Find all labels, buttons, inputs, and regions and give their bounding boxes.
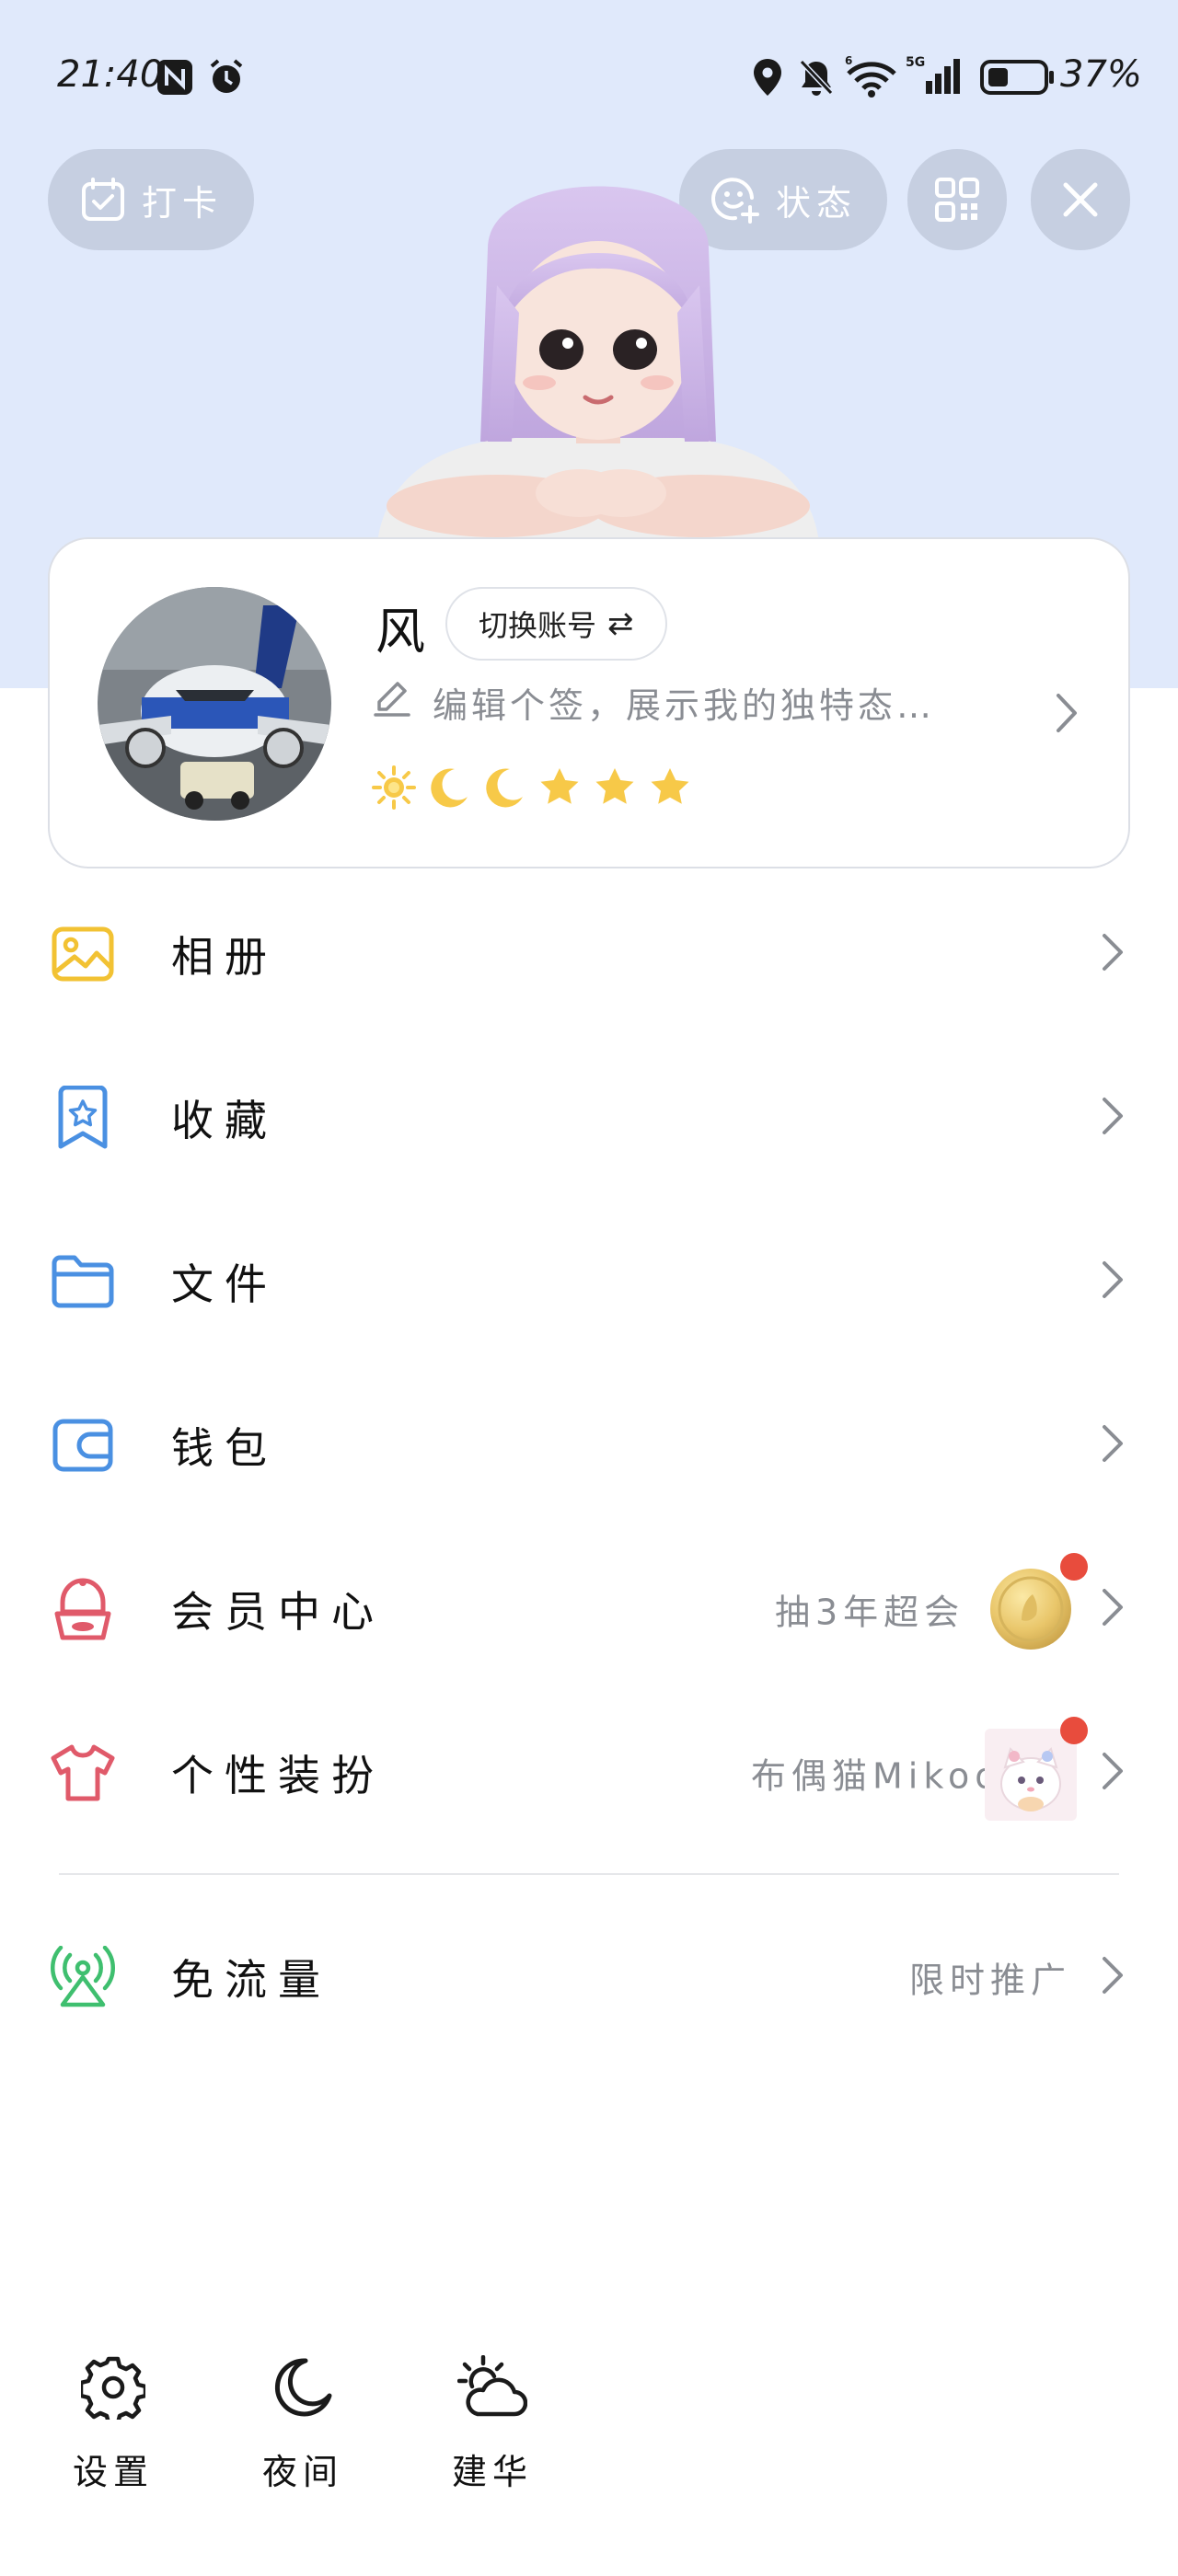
image-icon [50, 921, 116, 987]
battery-percent: 37% [1060, 53, 1142, 96]
free-data-label: 免流量 [171, 1955, 331, 2005]
menu-item-files[interactable]: 文件 [0, 1200, 1178, 1363]
profile-chevron-right-icon[interactable] [1053, 692, 1080, 738]
close-button[interactable] [1031, 149, 1130, 250]
checkin-button[interactable]: 打卡 [48, 149, 254, 250]
location-icon [749, 57, 786, 101]
svg-text:6: 6 [845, 54, 852, 67]
night-mode-label: 夜间 [261, 2452, 343, 2492]
personalize-label: 个性装扮 [171, 1751, 385, 1800]
nfc-icon [155, 57, 195, 101]
close-icon [1058, 178, 1103, 222]
pencil-icon [372, 678, 412, 727]
night-mode-button[interactable]: 夜间 [234, 2355, 372, 2521]
gold-coin-badge [987, 1565, 1075, 1653]
level-moon-icon [482, 765, 526, 813]
chevron-right-icon [1101, 1423, 1125, 1467]
switch-account-label: 切换账号 [479, 608, 597, 643]
menu-item-album[interactable]: 相册 [0, 872, 1178, 1036]
alarm-icon [206, 57, 247, 101]
weather-sun-cloud-icon [456, 2354, 528, 2423]
chevron-right-icon [1101, 1096, 1125, 1140]
tshirt-icon [50, 1740, 116, 1806]
bookmark-star-icon [50, 1085, 116, 1151]
settings-button[interactable]: 设置 [44, 2355, 182, 2521]
menu-divider [59, 1873, 1119, 1875]
chevron-right-icon [1101, 1259, 1125, 1304]
signature-edit[interactable]: 编辑个签，展示我的独特态… [372, 677, 1053, 728]
avatar-character-figure[interactable] [350, 166, 847, 543]
vip-crown-hat-icon [50, 1576, 116, 1642]
wallet-icon [50, 1412, 116, 1478]
profile-card[interactable]: 风 切换账号 ⇄ 编辑个签，展示我的独特态… [48, 537, 1130, 868]
menu-item-wallet[interactable]: 钱包 [0, 1363, 1178, 1527]
checkin-label: 打卡 [141, 182, 223, 224]
status-bar: 21:40 6 5G 37% [0, 0, 1178, 156]
menu-item-favorites[interactable]: 收藏 [0, 1036, 1178, 1200]
switch-account-button[interactable]: 切换账号 ⇄ [445, 587, 667, 661]
free-data-promo-text: 限时推广 [909, 1960, 1072, 2001]
menu-item-free-data[interactable]: 免流量 限时推广 [0, 1895, 1178, 2059]
files-label: 文件 [171, 1259, 278, 1309]
avatar[interactable] [98, 587, 331, 821]
vip-center-label: 会员中心 [171, 1587, 385, 1637]
level-moon-icon [427, 765, 471, 813]
chevron-right-icon [1101, 1587, 1125, 1631]
wifi-icon: 6 [845, 53, 898, 101]
weather-label: 建华 [451, 2452, 533, 2492]
network-type-label: 5G [906, 55, 925, 70]
status-time: 21:40 [57, 53, 164, 96]
ragdoll-cat-thumbnail [985, 1729, 1077, 1821]
swap-arrows-icon: ⇄ [607, 605, 634, 642]
level-star-icon [648, 765, 692, 813]
bottom-nav: 设置 夜间 建华 [0, 2354, 1178, 2521]
level-badges[interactable] [372, 765, 692, 813]
nickname: 风 [375, 603, 425, 661]
settings-label: 设置 [72, 2452, 154, 2492]
album-label: 相册 [171, 932, 278, 982]
level-star-icon [537, 765, 582, 813]
mute-bell-icon [797, 57, 836, 101]
level-star-icon [593, 765, 637, 813]
weather-button[interactable]: 建华 [423, 2354, 561, 2521]
favorites-label: 收藏 [171, 1096, 278, 1145]
chevron-right-icon [1101, 932, 1125, 976]
wallet-label: 钱包 [171, 1423, 278, 1473]
signature-placeholder: 编辑个签，展示我的独特态… [433, 685, 936, 726]
moon-icon [271, 2355, 335, 2423]
folder-icon [50, 1248, 116, 1315]
gear-icon [78, 2355, 148, 2426]
qr-code-icon [933, 176, 981, 224]
signal-tower-icon [50, 1944, 116, 2010]
notification-dot [1060, 1553, 1088, 1581]
qr-code-button[interactable] [907, 149, 1007, 250]
chevron-right-icon [1101, 1751, 1125, 1795]
vip-promo-text: 抽3年超会 [775, 1592, 965, 1633]
menu-item-personalize[interactable]: 个性装扮 布偶猫Mikoo [0, 1691, 1178, 1855]
menu-item-vip-center[interactable]: 会员中心 抽3年超会 [0, 1527, 1178, 1691]
calendar-check-icon [79, 176, 127, 224]
chevron-right-icon [1101, 1955, 1125, 1999]
personalize-promo-text: 布偶猫Mikoo [751, 1755, 1002, 1797]
notification-dot [1060, 1717, 1088, 1744]
battery-icon [979, 57, 1057, 101]
cellular-signal-icon: 5G [906, 53, 964, 101]
level-sun-icon [372, 765, 416, 813]
